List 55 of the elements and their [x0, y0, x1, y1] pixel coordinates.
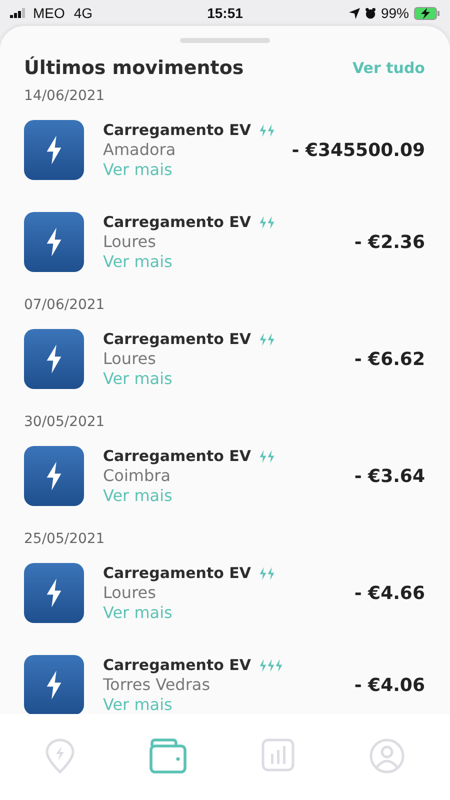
profile-icon[interactable] — [369, 738, 405, 774]
amount: - €2.36 — [354, 232, 425, 252]
transaction-title: Carregamento EV — [103, 447, 251, 465]
see-more-link[interactable]: Ver mais — [103, 160, 172, 179]
transaction-title: Carregamento EV — [103, 564, 251, 582]
charging-speed-icon — [259, 566, 275, 580]
battery-charging-icon — [414, 6, 440, 20]
lightning-icon — [46, 670, 62, 700]
location-name: Amadora — [103, 140, 177, 159]
date-header: 07/06/2021 — [23, 296, 105, 313]
date-header: 14/06/2021 — [23, 87, 105, 104]
clock: 15:51 — [207, 5, 243, 21]
wallet-icon[interactable] — [149, 738, 187, 774]
signal-icon — [10, 8, 28, 18]
bar-chart-icon[interactable] — [261, 738, 295, 772]
amount: - €4.66 — [354, 582, 425, 604]
amount: - €6.62 — [354, 348, 425, 370]
amount: - €3.64 — [354, 466, 425, 486]
lightning-icon — [46, 461, 62, 491]
section-title: Últimos movimentos — [24, 57, 244, 79]
transaction-title: Carregamento EV — [103, 656, 251, 674]
transaction-title: Carregamento EV — [103, 121, 251, 139]
see-all-link[interactable]: Ver tudo — [352, 59, 425, 77]
carrier: MEO — [33, 5, 65, 21]
date-header: 25/05/2021 — [23, 530, 105, 547]
location-name: Loures — [103, 232, 157, 251]
see-more-link[interactable]: Ver mais — [103, 486, 172, 505]
charging-speed-icon — [259, 216, 275, 228]
see-more-link[interactable]: Ver mais — [103, 369, 172, 388]
alarm-icon — [364, 8, 376, 18]
location-name: Torres Vedras — [103, 675, 212, 694]
charging-speed-icon — [259, 658, 283, 672]
charging-speed-icon — [259, 450, 275, 462]
charging-speed-icon — [259, 332, 275, 346]
battery-percent: 99% — [380, 5, 409, 21]
drag-handle[interactable] — [180, 38, 270, 43]
amount: - €4.06 — [354, 674, 425, 696]
see-more-link[interactable]: Ver mais — [103, 252, 172, 271]
location-name: Coimbra — [103, 466, 172, 485]
location-name: Loures — [103, 583, 157, 602]
date-header: 30/05/2021 — [23, 413, 105, 430]
network-type: 4G — [74, 5, 93, 21]
lightning-icon — [46, 227, 62, 257]
transaction-title: Carregamento EV — [103, 330, 251, 348]
map-pin-icon[interactable] — [45, 738, 75, 774]
transaction-title: Carregamento EV — [103, 213, 251, 231]
lightning-icon — [46, 344, 62, 374]
see-more-link[interactable]: Ver mais — [103, 695, 172, 714]
location-icon — [348, 8, 360, 18]
location-name: Loures — [103, 349, 157, 368]
lightning-icon — [46, 135, 62, 165]
amount: - €345500.09 — [292, 140, 425, 160]
charging-speed-icon — [259, 124, 275, 136]
lightning-icon — [46, 578, 62, 608]
see-more-link[interactable]: Ver mais — [103, 603, 172, 622]
